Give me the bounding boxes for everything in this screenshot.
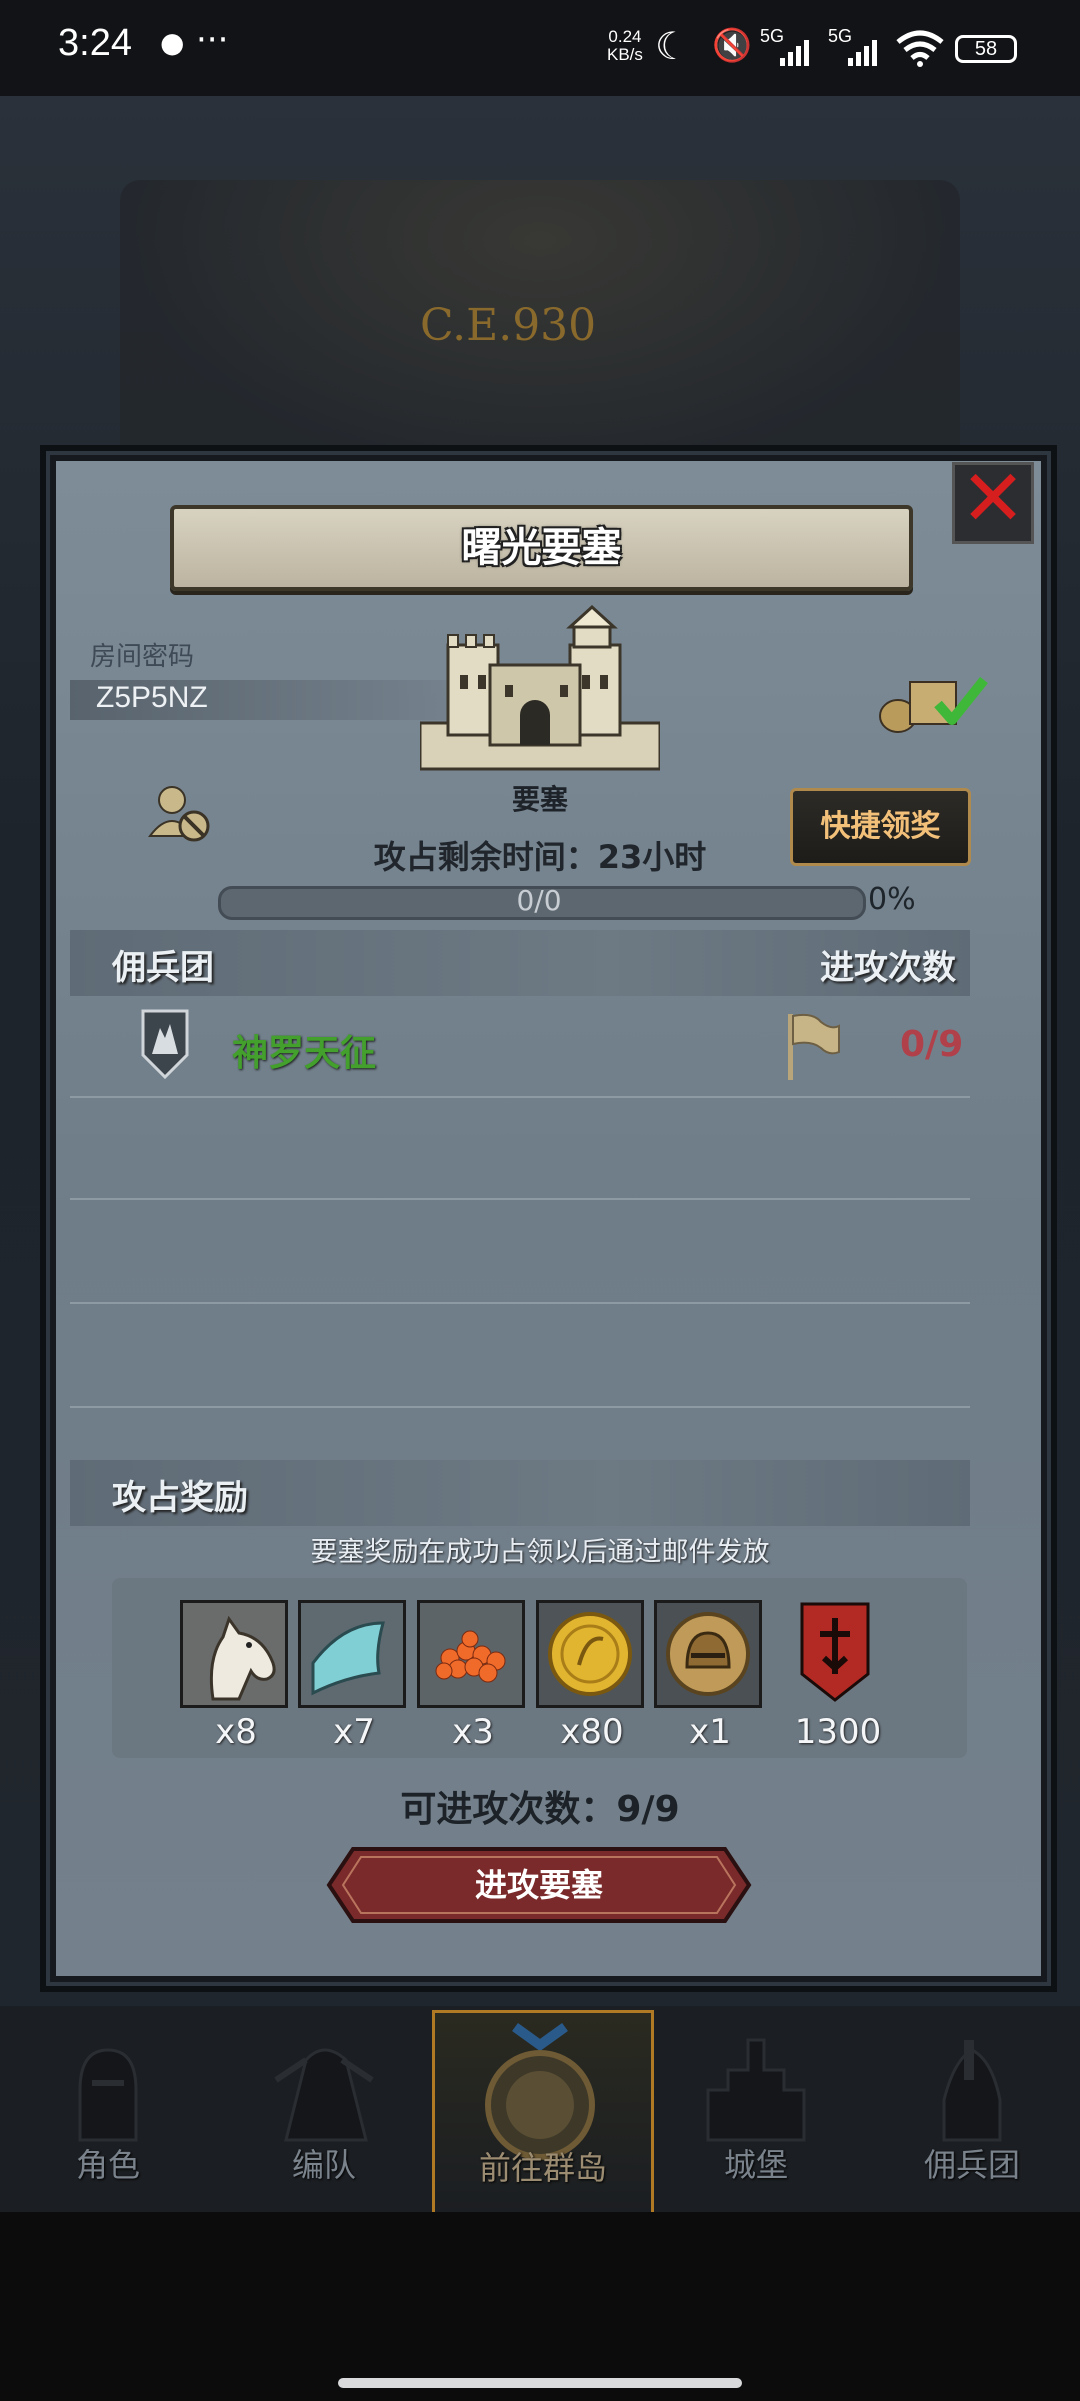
nav-character[interactable]: 角色 — [0, 2010, 216, 2210]
nav-castle-label: 城堡 — [723, 2146, 788, 2184]
reward-item[interactable] — [784, 1600, 892, 1708]
knight-icon — [78, 2048, 138, 2142]
quick-claim-label: 快捷领奖 — [820, 809, 941, 844]
guild-attack-count: 0/9 — [900, 1024, 964, 1065]
notification-icon: ● — [160, 26, 185, 59]
nav-formation-label: 编队 — [291, 2146, 356, 2184]
close-icon: ✕ — [960, 454, 1026, 544]
nav-character-label: 角色 — [75, 2146, 140, 2184]
mercenary-icon — [942, 2040, 1002, 2142]
battery-icon: 58 — [955, 35, 1017, 63]
capture-progress-percent: 0% — [868, 882, 916, 917]
reward-note: 要塞奖励在成功占领以后通过邮件发放 — [310, 1537, 770, 1568]
dialog-title: 曙光要塞 — [461, 525, 622, 571]
nav-go-islands[interactable]: 前往群岛 — [432, 2010, 654, 2216]
formation-icon — [274, 2048, 374, 2142]
attack-count-header: 进攻次数 — [820, 948, 956, 988]
home-indicator[interactable] — [338, 2378, 742, 2388]
net-speed-value: 0.24 — [608, 27, 642, 46]
nav-go-islands-label: 前往群岛 — [478, 2149, 607, 2187]
horse-icon — [209, 1615, 276, 1701]
capture-progress-text: 0/0 — [516, 884, 562, 917]
honor-banner-icon — [800, 1602, 870, 1702]
battery-level: 58 — [974, 38, 998, 60]
close-button[interactable]: ✕ — [952, 454, 1034, 544]
cloth-icon — [311, 1621, 385, 1696]
attack-fortress-button[interactable]: 进攻要塞 — [325, 1845, 753, 1925]
nav-castle[interactable]: 城堡 — [648, 2010, 864, 2210]
system-bar — [0, 2212, 1080, 2401]
helmet-coin-icon — [666, 1612, 750, 1696]
status-bar: 3:24 ● ··· 0.24 KB/s ☾ 🔇 5G 5G 58 — [0, 0, 1080, 96]
more-icon: ··· — [196, 20, 229, 60]
flag-icon — [788, 1013, 840, 1080]
dialog-title-plate: 曙光要塞 — [170, 505, 913, 591]
nav-mercenary[interactable]: 佣兵团 — [864, 2010, 1080, 2210]
room-code-label: 房间密码 — [90, 642, 195, 672]
signal-icon — [848, 40, 877, 66]
reward-qty: 1300 — [794, 1712, 882, 1752]
nav-mercenary-label: 佣兵团 — [923, 2146, 1020, 2184]
quick-claim-button[interactable]: 快捷领奖 — [790, 788, 971, 866]
castle-nav-icon — [706, 2038, 806, 2142]
reward-item[interactable] — [417, 1600, 525, 1708]
reward-item[interactable] — [654, 1600, 762, 1708]
nav-formation[interactable]: 编队 — [216, 2010, 432, 2210]
supplies-claimed-icon[interactable] — [876, 668, 996, 738]
islands-icon — [485, 2022, 595, 2160]
status-time: 3:24 — [58, 22, 132, 64]
gold-coin-icon — [548, 1612, 632, 1696]
empty-row — [70, 1202, 970, 1304]
moon-icon: ☾ — [655, 24, 690, 68]
era-label: C.E.930 — [420, 300, 597, 351]
mute-icon: 🔇 — [712, 26, 752, 64]
guild-emblem-icon — [141, 1009, 189, 1080]
caviar-icon — [435, 1630, 506, 1683]
room-code: Z5P5NZ — [96, 681, 208, 714]
empty-row — [70, 1306, 970, 1408]
reward-item[interactable] — [536, 1600, 644, 1708]
net-speed-unit: KB/s — [607, 45, 643, 64]
mercenary-section-title: 佣兵团 — [112, 948, 214, 988]
attack-fortress-label: 进攻要塞 — [474, 1866, 603, 1904]
reward-qty: x1 — [689, 1712, 731, 1752]
reward-item[interactable] — [180, 1600, 288, 1708]
empty-row — [70, 1098, 970, 1200]
net-speed: 0.24 KB/s — [607, 28, 643, 64]
reward-section-title: 攻占奖励 — [112, 1478, 248, 1518]
attacks-available: 可进攻次数：9/9 — [400, 1789, 680, 1830]
castle-icon — [420, 605, 660, 771]
reward-item[interactable] — [298, 1600, 406, 1708]
guild-name: 神罗天征 — [232, 1033, 377, 1074]
signal-icon — [780, 40, 809, 66]
wifi-icon — [896, 30, 944, 67]
